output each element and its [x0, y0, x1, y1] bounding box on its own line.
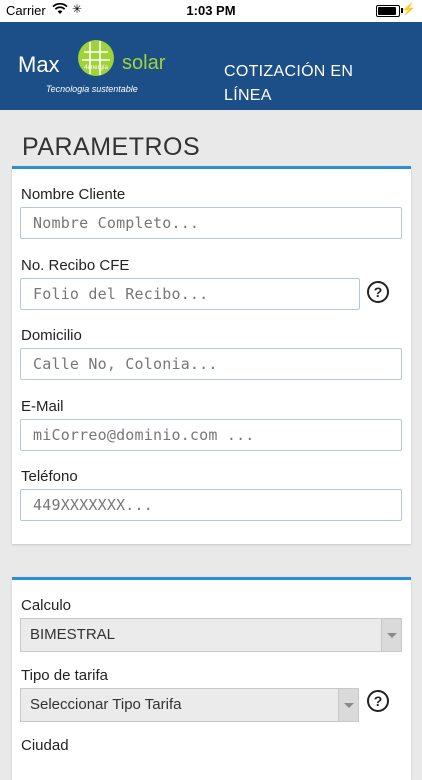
tipo-tarifa-label: Tipo de tarifa — [21, 667, 108, 684]
logo-text-max: Max — [18, 52, 60, 77]
solar-panel-icon: 4energía — [78, 40, 114, 76]
tarifa-help-icon[interactable]: ? — [367, 690, 389, 712]
app-header: Max 4energía solar Tecnologia sustentabl… — [0, 22, 422, 110]
charging-icon: ⚡ — [401, 2, 416, 16]
nombre-cliente-input[interactable] — [20, 207, 402, 239]
parametros-card: Nombre Cliente No. Recibo CFE ? Domicili… — [12, 166, 411, 544]
calculo-label: Calculo — [21, 597, 72, 614]
page-title: COTIZACIÓN EN LÍNEA — [224, 63, 354, 104]
logo-badge: 4energía — [84, 65, 108, 71]
domicilio-label: Domicilio — [21, 327, 82, 344]
section-heading: PARAMETROS — [22, 133, 201, 161]
recibo-help-icon[interactable]: ? — [367, 281, 389, 303]
telefono-label: Teléfono — [21, 468, 78, 485]
email-label: E-Mail — [21, 398, 64, 415]
logo-tagline: Tecnologia sustentable — [46, 84, 138, 94]
status-bar: Carrier ✳ 1:03 PM ⚡ — [0, 0, 422, 22]
logo-text-solar: solar — [122, 52, 166, 74]
email-input[interactable] — [20, 419, 402, 451]
calculo-select[interactable]: BIMESTRAL — [20, 618, 402, 652]
chevron-down-icon — [338, 689, 358, 721]
battery-icon — [376, 5, 400, 17]
calculo-select-value: BIMESTRAL — [30, 626, 116, 643]
domicilio-input[interactable] — [20, 348, 402, 380]
tipo-tarifa-select[interactable]: Seleccionar Tipo Tarifa — [20, 688, 359, 722]
recibo-cfe-input[interactable] — [20, 278, 360, 310]
tipo-tarifa-select-value: Seleccionar Tipo Tarifa — [30, 696, 182, 713]
status-time: 1:03 PM — [186, 3, 236, 18]
telefono-input[interactable] — [20, 489, 402, 521]
ciudad-label: Ciudad — [21, 737, 69, 754]
nombre-cliente-label: Nombre Cliente — [21, 186, 126, 203]
recibo-cfe-label: No. Recibo CFE — [21, 257, 130, 274]
chevron-down-icon — [381, 619, 401, 651]
brand-logo: Max 4energía solar Tecnologia sustentabl… — [18, 36, 188, 100]
